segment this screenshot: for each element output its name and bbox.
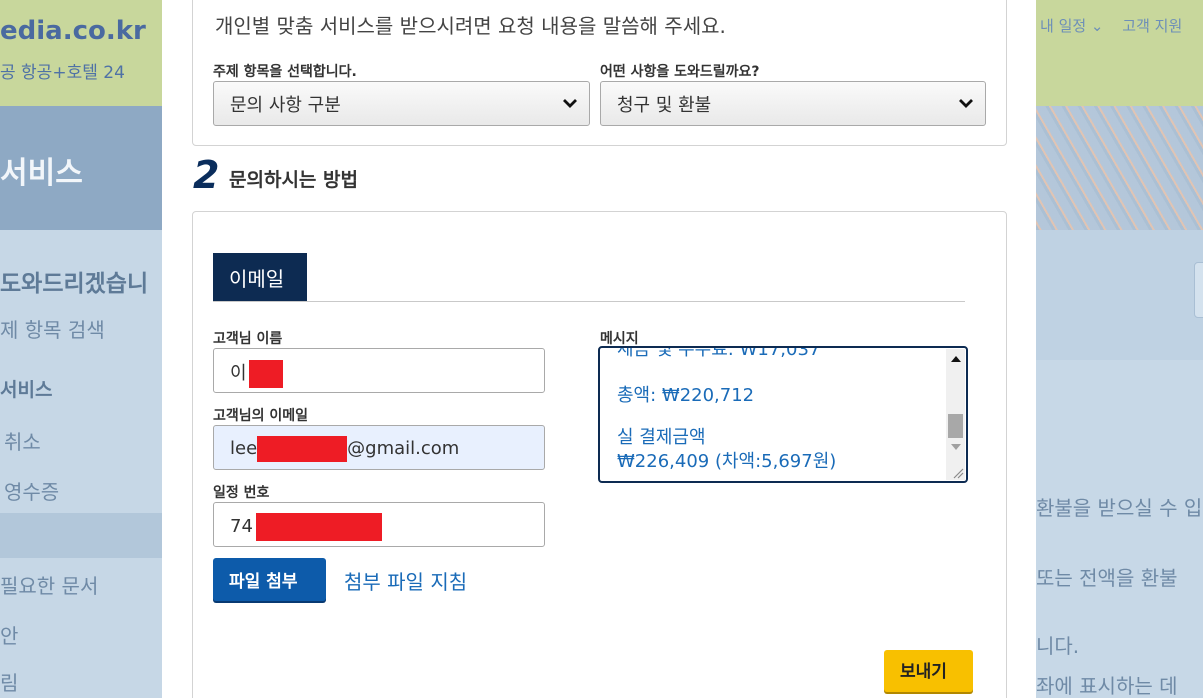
customer-support-link: 고객 지원 bbox=[1122, 17, 1183, 35]
attach-file-button[interactable]: 파일 첨부 bbox=[213, 558, 326, 601]
background-side-cancel: 취소 bbox=[4, 430, 41, 454]
message-textarea[interactable]: 세금 및 수수료: ₩17,037 총액: ₩220,712 실 결제금액 ₩2… bbox=[598, 346, 968, 483]
background-help-heading: 도와드리겠습니 bbox=[0, 271, 149, 297]
background-topic-search: 제 항목 검색 bbox=[0, 318, 105, 342]
topic-select[interactable]: 문의 사항 구분 bbox=[213, 81, 590, 126]
name-input-value: 이 bbox=[230, 363, 247, 384]
background-side-documents: 필요한 문서 bbox=[0, 574, 99, 598]
background-side-notice: 림 bbox=[0, 671, 19, 695]
background-sidebar-highlight bbox=[0, 513, 162, 558]
itinerary-label: 일정 번호 bbox=[213, 485, 270, 501]
site-logo: edia.co.kr bbox=[0, 16, 146, 46]
topic-label: 주제 항목을 선택합니다. bbox=[213, 64, 357, 80]
message-label: 메시지 bbox=[600, 331, 639, 347]
tab-divider bbox=[213, 301, 965, 302]
background-right-text-3: 니다. bbox=[1036, 634, 1080, 658]
name-label: 고객님 이름 bbox=[213, 331, 283, 347]
message-line: 총액: ₩220,712 bbox=[617, 385, 755, 406]
help-select[interactable]: 청구 및 환불 bbox=[600, 81, 986, 126]
background-right-badge bbox=[1194, 262, 1203, 318]
message-scrollbar[interactable] bbox=[946, 349, 965, 468]
chevron-down-icon bbox=[563, 99, 577, 108]
resize-handle-icon[interactable] bbox=[946, 465, 965, 480]
email-label: 고객님의 이메일 bbox=[213, 408, 309, 424]
topic-select-value: 문의 사항 구분 bbox=[230, 95, 341, 116]
itinerary-input[interactable]: 74 bbox=[213, 502, 545, 547]
scroll-down-arrow-icon[interactable] bbox=[951, 444, 961, 450]
background-banner-image bbox=[1036, 106, 1203, 230]
email-input-suffix: @gmail.com bbox=[347, 438, 460, 459]
redaction-mark bbox=[255, 513, 382, 541]
background-right-text-4: 좌에 표시하는 데 bbox=[1036, 674, 1178, 698]
scroll-up-arrow-icon[interactable] bbox=[951, 356, 961, 362]
step-title: 문의하시는 방법 bbox=[229, 169, 358, 191]
attachment-guide-link[interactable]: 첨부 파일 지침 bbox=[344, 566, 467, 595]
help-label: 어떤 사항을 도와드릴까요? bbox=[600, 64, 760, 80]
itinerary-input-value: 74 bbox=[230, 516, 253, 537]
background-right-text-1: 환불을 받으실 수 입 bbox=[1036, 496, 1203, 520]
redaction-mark bbox=[248, 360, 283, 388]
intro-text: 개인별 맞춤 서비스를 받으시려면 요청 내용을 말씀해 주세요. bbox=[215, 14, 726, 38]
message-line: 세금 및 수수료: ₩17,037 bbox=[617, 346, 821, 360]
redaction-mark bbox=[257, 436, 348, 462]
background-services-heading: 서비스 bbox=[0, 379, 53, 401]
send-button[interactable]: 보내기 bbox=[884, 650, 973, 692]
background-right-box bbox=[1036, 230, 1203, 360]
message-line: 실 결제금액 bbox=[617, 427, 706, 448]
email-input-prefix: lee bbox=[230, 438, 258, 459]
background-side-receipt: 영수증 bbox=[4, 480, 60, 504]
background-nav: 공 항공+호텔 24 bbox=[0, 63, 125, 83]
email-input[interactable]: lee @gmail.com bbox=[213, 425, 545, 470]
help-select-value: 청구 및 환불 bbox=[617, 95, 712, 116]
name-input[interactable]: 이 bbox=[213, 348, 545, 393]
scroll-thumb[interactable] bbox=[948, 414, 963, 438]
background-right-nav: 내 일정 ⌄ 고객 지원 bbox=[1040, 15, 1196, 36]
background-side-info: 안 bbox=[0, 624, 19, 648]
background-right-text-2: 또는 전액을 환불 bbox=[1036, 566, 1178, 590]
background-title: 서비스 bbox=[0, 156, 83, 191]
my-trips-link: 내 일정 ⌄ bbox=[1040, 17, 1104, 35]
chevron-down-icon bbox=[959, 99, 973, 108]
background-sidebar bbox=[0, 230, 162, 698]
step-number: 2 bbox=[193, 153, 220, 197]
tab-email[interactable]: 이메일 bbox=[213, 253, 307, 302]
message-line: ₩226,409 (차액:5,697원) bbox=[617, 451, 837, 472]
